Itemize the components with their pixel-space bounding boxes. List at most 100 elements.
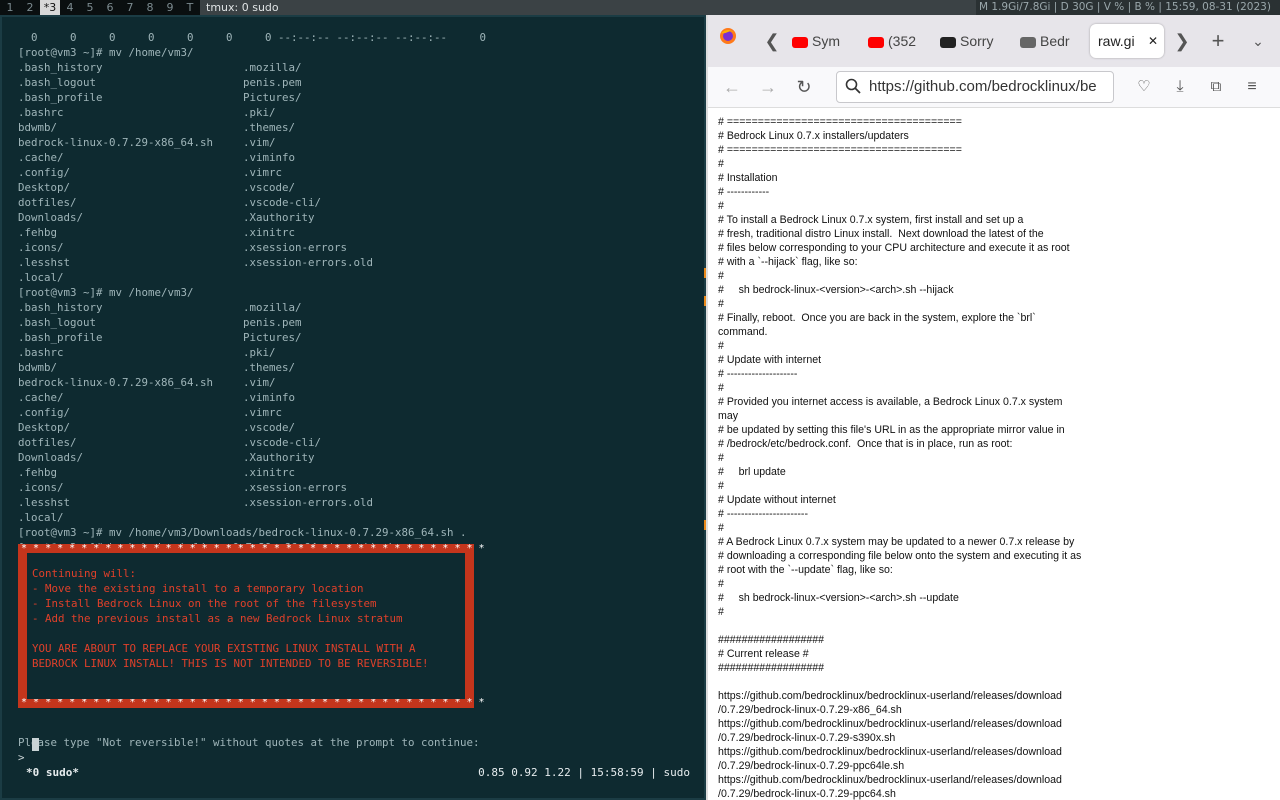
terminal-line-column2: .Xauthority — [243, 451, 315, 464]
terminal-line: Desktop/ — [18, 421, 71, 434]
page-text-line: /0.7.29/bedrock-linux-0.7.29-ppc64.sh — [718, 788, 896, 800]
terminal-line: .bash_history — [18, 301, 103, 314]
list-tabs-button[interactable]: ⌄ — [1244, 27, 1272, 55]
tmux-status-bar: *0 sudo* 0.85 0.92 1.22 | 15:58:59 | sud… — [18, 765, 690, 780]
tab-1[interactable]: Sym — [792, 24, 852, 58]
tabs-scroll-left-button[interactable]: ❮ — [758, 27, 786, 55]
page-text-line: /0.7.29/bedrock-linux-0.7.29-x86_64.sh — [718, 704, 902, 716]
terminal-line-column2: .xsession-errors — [243, 481, 348, 494]
forward-button[interactable]: → — [754, 73, 782, 101]
terminal-line-column2: penis.pem — [243, 316, 302, 329]
page-text-line: # A Bedrock Linux 0.7.x system may be up… — [718, 536, 1075, 548]
terminal-line: .bash_profile — [18, 331, 103, 344]
extensions-icon[interactable]: ⧉ — [1202, 73, 1230, 101]
tab-5[interactable]: raw.gi ✕ — [1090, 24, 1164, 58]
terminal-line: .local/ — [18, 511, 64, 524]
page-text-line: # ====================================== — [718, 116, 962, 128]
page-text-line: # Finally, reboot. Once you are back in … — [718, 312, 1036, 324]
page-text-line: # Bedrock Linux 0.7.x installers/updater… — [718, 130, 909, 142]
terminal-line: .fehbg — [18, 226, 58, 239]
tabs-scroll-right-button[interactable]: ❯ — [1168, 27, 1196, 55]
terminal-line: bedrock-linux-0.7.29-x86_64.sh — [18, 376, 214, 389]
back-button[interactable]: ← — [718, 73, 746, 101]
terminal-line: bdwmb/ — [18, 361, 58, 374]
terminal-line: .lesshst — [18, 496, 71, 509]
browser-window: ❮ Sym (352 Sorry Bedr raw.gi ✕ ❯ + ⌄ ← → ↻ ht… — [706, 15, 1280, 800]
warning-line: YOU ARE ABOUT TO REPLACE YOUR EXISTING L… — [32, 642, 416, 655]
downloads-icon[interactable]: ⤓ — [1166, 73, 1194, 101]
terminal-line-column2: penis.pem — [243, 76, 302, 89]
workspace-5[interactable]: 5 — [80, 0, 100, 15]
terminal-line-column2: .vim/ — [243, 376, 276, 389]
prompt-instruction: Please type "Not reversible!" without qu… — [18, 736, 480, 749]
page-text-line: # ------------ — [718, 186, 770, 198]
terminal-line-column2: Pictures/ — [243, 331, 302, 344]
terminal-line-column2: .viminfo — [243, 151, 296, 164]
workspace-4[interactable]: 4 — [60, 0, 80, 15]
menu-icon[interactable]: ≡ — [1238, 73, 1266, 101]
tab-3[interactable]: Sorry — [940, 24, 1004, 58]
workspace-7[interactable]: 7 — [120, 0, 140, 15]
terminal-window[interactable]: 0 0 0 0 0 0 0 --:--:-- --:--:-- --:--:--… — [0, 15, 706, 800]
workspace-8[interactable]: 8 — [140, 0, 160, 15]
page-text-line: # /bedrock/etc/bedrock.conf. Once that i… — [718, 438, 1013, 450]
search-icon — [845, 78, 861, 99]
url-text: https://github.com/bedrocklinux/be — [869, 78, 1097, 95]
tab-label: Sorry — [960, 33, 994, 49]
workspace-10[interactable]: T — [180, 0, 200, 15]
tmux-status-right: 0.85 0.92 1.22 | 15:58:59 | sudo — [478, 766, 690, 779]
pocket-icon[interactable]: ♡ — [1130, 73, 1158, 101]
tab-strip: ❮ Sym (352 Sorry Bedr raw.gi ✕ ❯ + ⌄ — [708, 15, 1280, 67]
tab-2[interactable]: (352 — [868, 24, 928, 58]
workspace-1[interactable]: 1 — [0, 0, 20, 15]
page-text-line: # Update without internet — [718, 494, 836, 506]
terminal-line: .lesshst — [18, 256, 71, 269]
terminal-line: dotfiles/ — [18, 196, 77, 209]
tmux-window-label[interactable]: *0 sudo* — [26, 765, 79, 780]
terminal-line-column2: .vscode/ — [243, 181, 296, 194]
reload-button[interactable]: ↻ — [790, 73, 818, 101]
page-text-line: https://github.com/bedrocklinux/bedrockl… — [718, 718, 1062, 730]
page-text-line: # — [718, 158, 724, 170]
tab-label: (352 — [888, 33, 917, 49]
page-text-line: may — [718, 410, 739, 422]
page-text-line: # — [718, 382, 724, 394]
tab-label: Sym — [812, 33, 840, 49]
page-text-line: # — [718, 452, 724, 464]
page-text-line: # files below corresponding to your CPU … — [718, 242, 1070, 254]
warning-content: Continuing will: - Move the existing inst… — [27, 553, 465, 699]
terminal-line: .bashrc — [18, 106, 64, 119]
terminal-line: [root@vm3 ~]# mv /home/vm3/ — [18, 46, 194, 59]
warning-line: - Install Bedrock Linux on the root of t… — [32, 597, 377, 610]
workspace-6[interactable]: 6 — [100, 0, 120, 15]
terminal-cursor[interactable] — [32, 738, 39, 751]
workspace-2[interactable]: 2 — [20, 0, 40, 15]
page-text-line: # ====================================== — [718, 144, 962, 156]
page-text-line: # — [718, 270, 724, 282]
page-text-line: ################## — [718, 662, 825, 674]
url-bar[interactable]: https://github.com/bedrocklinux/be — [836, 71, 1114, 103]
page-text-line: # brl update — [718, 466, 786, 478]
workspace-3[interactable]: *3 — [40, 0, 60, 15]
page-text-line: # sh bedrock-linux-<version>-<arch>.sh -… — [718, 592, 959, 604]
page-text-line: # — [718, 480, 724, 492]
tab-4[interactable]: Bedr — [1020, 24, 1080, 58]
terminal-line-column2: .xsession-errors.old — [243, 256, 374, 269]
firefox-icon[interactable] — [716, 27, 740, 51]
new-tab-button[interactable]: + — [1204, 27, 1232, 55]
terminal-line: .bashrc — [18, 346, 64, 359]
workspace-9[interactable]: 9 — [160, 0, 180, 15]
system-status: M 1.9Gi/7.8Gi | D 30G | V % | B % | 15:5… — [976, 0, 1280, 15]
page-text-line: # sh bedrock-linux-<version>-<arch>.sh -… — [718, 284, 954, 296]
page-text-line: https://github.com/bedrocklinux/bedrockl… — [718, 746, 1062, 758]
prompt-symbol: > — [18, 751, 25, 764]
close-tab-icon[interactable]: ✕ — [1148, 24, 1158, 58]
page-text-line: # — [718, 200, 724, 212]
terminal-line-column2: .vim/ — [243, 136, 276, 149]
page-text-line: # be updated by setting this file's URL … — [718, 424, 1065, 436]
terminal-line: bedrock-linux-0.7.29-x86_64.sh — [18, 136, 214, 149]
terminal-line: .bash_logout — [18, 316, 97, 329]
terminal-line-column2: .vscode/ — [243, 421, 296, 434]
tab-label: raw.gi — [1098, 33, 1135, 49]
terminal-line: .icons/ — [18, 481, 64, 494]
